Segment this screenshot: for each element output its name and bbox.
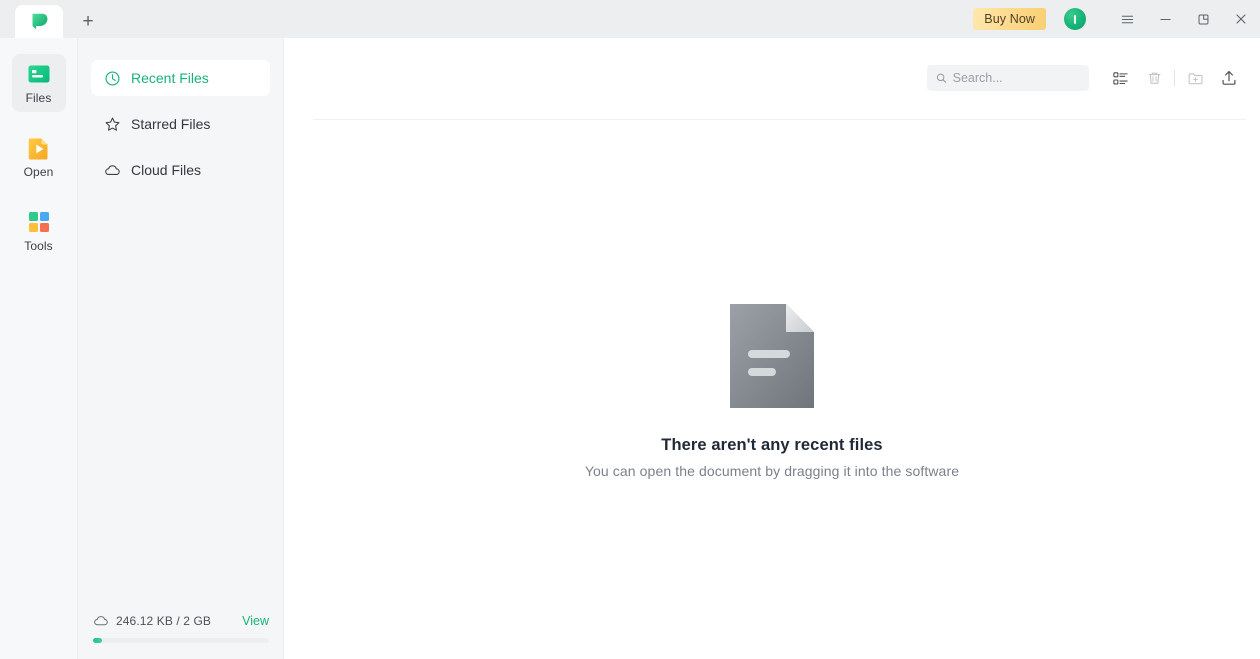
empty-state-subtitle: You can open the document by dragging it… xyxy=(584,463,960,479)
cloud-icon xyxy=(94,616,108,626)
nav-item-label: Starred Files xyxy=(131,116,211,132)
nav-list: Recent Files Starred Files Cloud Files xyxy=(78,38,283,188)
main-content: There aren't any recent files You can op… xyxy=(284,38,1260,659)
storage-view-link[interactable]: View xyxy=(242,614,269,628)
nav-item-label: Cloud Files xyxy=(131,162,202,178)
empty-state: There aren't any recent files You can op… xyxy=(284,302,1260,479)
storage-progress-fill xyxy=(93,638,102,643)
close-icon[interactable] xyxy=(1222,0,1260,38)
list-view-button[interactable] xyxy=(1103,63,1137,93)
list-view-icon xyxy=(1112,71,1128,85)
rail-item-label: Tools xyxy=(24,239,53,253)
rail-item-label: Files xyxy=(25,91,52,105)
rail-item-files[interactable]: Files xyxy=(11,54,66,112)
hamburger-menu-icon[interactable] xyxy=(1108,0,1146,38)
storage-indicator: 246.12 KB / 2 GB View xyxy=(78,613,284,643)
titlebar-right-controls: Buy Now xyxy=(973,0,1260,38)
nav-item-starred-files[interactable]: Starred Files xyxy=(91,106,270,142)
tab-strip: + xyxy=(0,0,107,38)
title-bar: + Buy Now xyxy=(0,0,1260,38)
nav-item-label: Recent Files xyxy=(131,70,209,86)
files-icon xyxy=(28,65,49,83)
new-folder-icon xyxy=(1188,72,1203,84)
storage-progress-bar xyxy=(93,638,269,643)
browser-tab-active[interactable] xyxy=(15,5,63,38)
nav-panel: Recent Files Starred Files Cloud Files 2… xyxy=(78,38,284,659)
new-folder-button[interactable] xyxy=(1178,63,1212,93)
toolbar-divider xyxy=(1174,70,1175,86)
upload-button[interactable] xyxy=(1212,63,1246,93)
storage-usage-text: 246.12 KB / 2 GB xyxy=(116,614,211,628)
app-window: + Buy Now Files Open Tools Recent Files … xyxy=(0,0,1260,659)
nav-item-recent-files[interactable]: Recent Files xyxy=(91,60,270,96)
tools-grid-icon xyxy=(28,212,49,232)
search-input[interactable] xyxy=(952,71,1080,85)
star-icon xyxy=(105,117,120,131)
rail-item-label: Open xyxy=(23,165,54,179)
minimize-icon[interactable] xyxy=(1146,0,1184,38)
new-tab-button[interactable]: + xyxy=(69,5,107,38)
rail-item-tools[interactable]: Tools xyxy=(12,202,66,260)
search-box[interactable] xyxy=(927,65,1089,91)
rail-item-open[interactable]: Open xyxy=(12,128,66,186)
delete-button[interactable] xyxy=(1137,63,1171,93)
clock-icon xyxy=(105,71,120,85)
trash-icon xyxy=(1148,72,1160,84)
buy-now-button[interactable]: Buy Now xyxy=(973,8,1046,30)
cloud-icon xyxy=(105,164,120,175)
search-icon xyxy=(936,73,947,83)
open-file-icon xyxy=(28,138,47,160)
upload-icon xyxy=(1222,71,1236,85)
left-rail: Files Open Tools xyxy=(0,38,78,659)
restore-window-icon[interactable] xyxy=(1184,0,1222,38)
nav-item-cloud-files[interactable]: Cloud Files xyxy=(91,152,270,188)
app-logo-leaf-icon xyxy=(32,13,47,30)
empty-document-icon xyxy=(730,304,814,408)
user-avatar-icon[interactable] xyxy=(1064,8,1086,30)
toolbar-separator xyxy=(313,119,1246,120)
content-toolbar xyxy=(927,63,1246,93)
empty-state-title: There aren't any recent files xyxy=(661,436,883,454)
